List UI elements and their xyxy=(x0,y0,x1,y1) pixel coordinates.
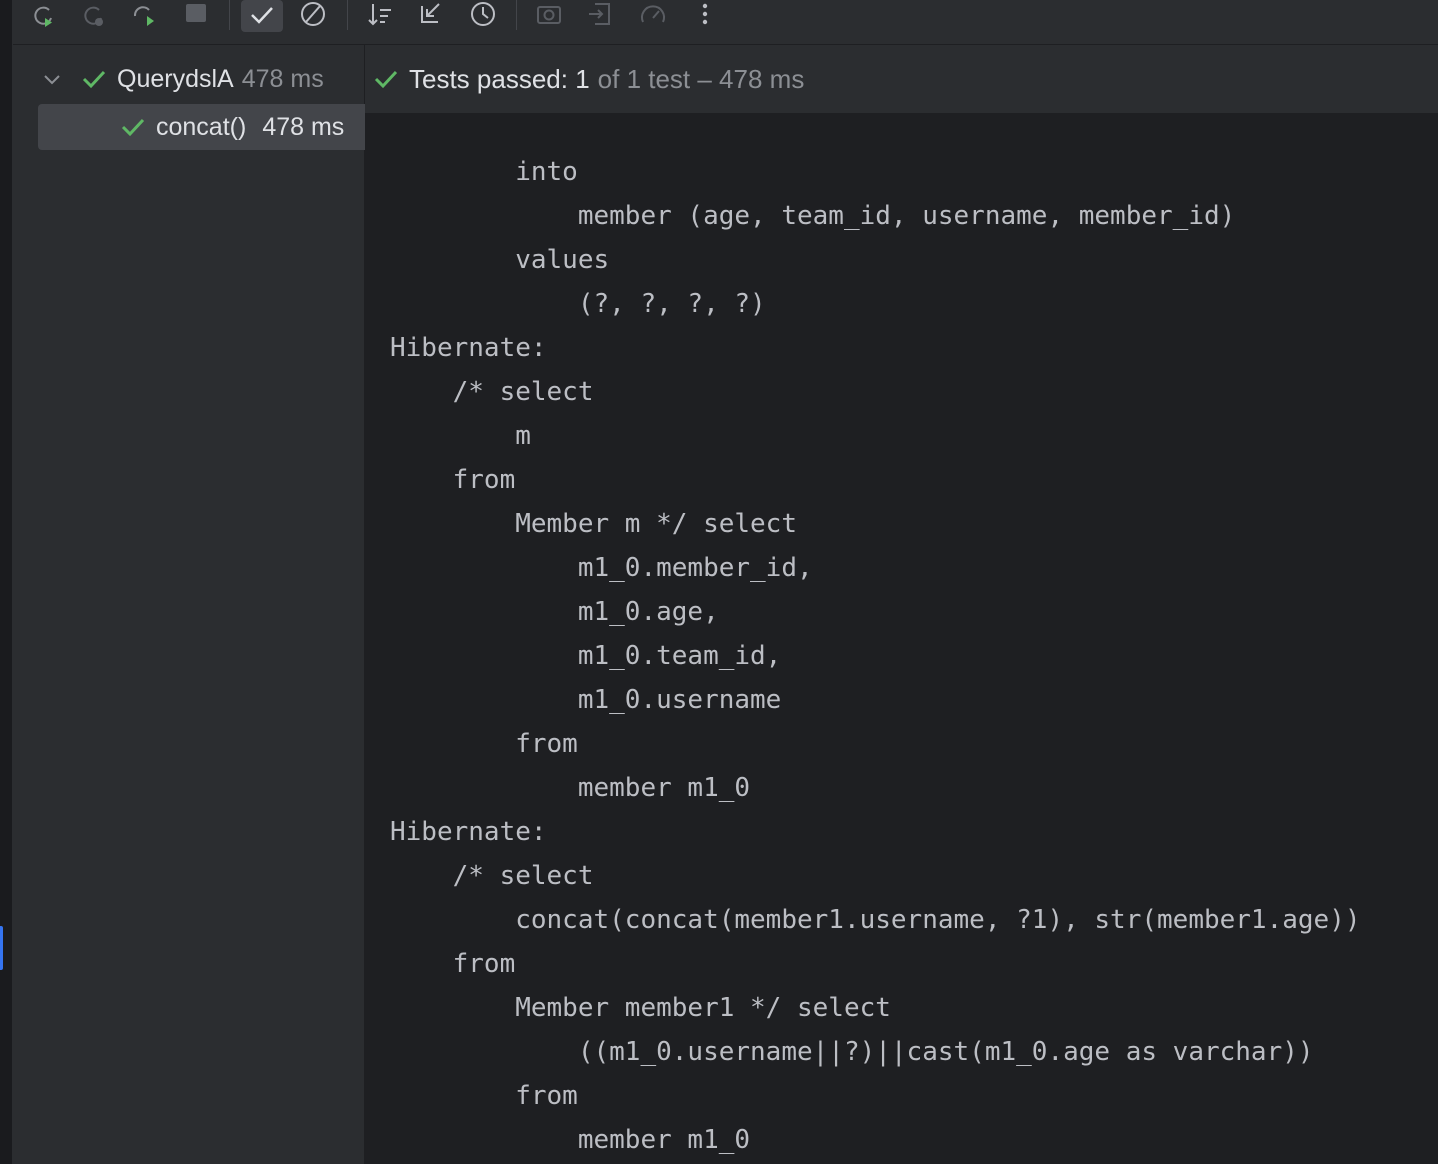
console-output[interactable]: into member (age, team_id, username, mem… xyxy=(365,45,1438,1164)
stop-icon[interactable] xyxy=(178,0,214,32)
console-line: into xyxy=(390,157,578,187)
console-line: member m1_0 xyxy=(390,773,751,803)
console-line: /* select xyxy=(390,377,594,407)
toolbar-separator xyxy=(229,0,230,30)
console-line: member (age, team_id, username, member_i… xyxy=(390,201,1236,231)
console-line: Hibernate: xyxy=(390,333,547,363)
passed-check-icon xyxy=(373,66,399,92)
console-line: Member member1 */ select xyxy=(390,993,891,1023)
passed-check-icon xyxy=(81,66,107,92)
history-icon[interactable] xyxy=(465,0,501,32)
tree-root-label: QuerydslA xyxy=(117,64,234,93)
console-line: Hibernate: xyxy=(390,817,547,847)
console-line: concat(concat(member1.username, ?1), str… xyxy=(390,905,1361,935)
active-tool-marker xyxy=(0,926,3,970)
rerun-auto-icon[interactable] xyxy=(125,0,161,32)
console-line: member m1_0 xyxy=(390,1125,751,1155)
console-line: m1_0.username xyxy=(390,685,782,715)
status-total-text: of 1 test – 478 ms xyxy=(597,63,805,94)
console-line: values xyxy=(390,245,610,275)
tree-child-row[interactable]: concat() 478 ms xyxy=(38,104,385,150)
chevron-down-icon[interactable] xyxy=(41,68,63,90)
console-line: from xyxy=(390,1081,578,1111)
passed-check-icon xyxy=(120,114,146,140)
toolbar-separator xyxy=(516,0,517,30)
console-line: Member m */ select xyxy=(390,509,797,539)
rerun-failed-icon[interactable] xyxy=(75,0,111,32)
sort-icon[interactable] xyxy=(363,0,399,32)
console-line: ((m1_0.username||?)||cast(m1_0.age as va… xyxy=(390,1037,1314,1067)
tree-root-duration: 478 ms xyxy=(241,64,324,93)
show-passed-icon[interactable] xyxy=(241,0,283,32)
console-line: m1_0.member_id, xyxy=(390,553,813,583)
console-line: m1_0.age, xyxy=(390,597,719,627)
console-line: /* select xyxy=(390,861,594,891)
test-runner-toolbar xyxy=(13,0,1438,45)
screenshot-icon[interactable] xyxy=(531,0,567,32)
console-line: (?, ?, ?, ?) xyxy=(390,289,766,319)
export-icon[interactable] xyxy=(583,0,619,32)
console-line: from xyxy=(390,949,516,979)
collapse-icon[interactable] xyxy=(413,0,449,32)
rerun-icon[interactable] xyxy=(25,0,61,32)
tree-child-label: concat() xyxy=(156,112,247,141)
show-ignored-icon[interactable] xyxy=(295,0,331,32)
console-line: m1_0.team_id, xyxy=(390,641,782,671)
console-line: from xyxy=(390,465,516,495)
left-tool-strip xyxy=(0,0,13,1164)
console-line: m xyxy=(390,421,531,451)
tree-root-row[interactable]: QuerydslA 478 ms xyxy=(41,56,324,102)
console-log: into member (age, team_id, username, mem… xyxy=(390,106,1361,1164)
more-icon[interactable] xyxy=(687,0,723,32)
tree-child-duration: 478 ms xyxy=(262,112,345,141)
console-line: from xyxy=(390,729,578,759)
test-status-bar: Tests passed: 1 of 1 test – 478 ms xyxy=(365,45,1438,113)
status-passed-text: Tests passed: 1 xyxy=(409,63,590,94)
performance-icon[interactable] xyxy=(635,0,671,32)
test-tree-panel: QuerydslA 478 ms concat() 478 ms xyxy=(13,45,385,1164)
toolbar-separator xyxy=(347,0,348,30)
